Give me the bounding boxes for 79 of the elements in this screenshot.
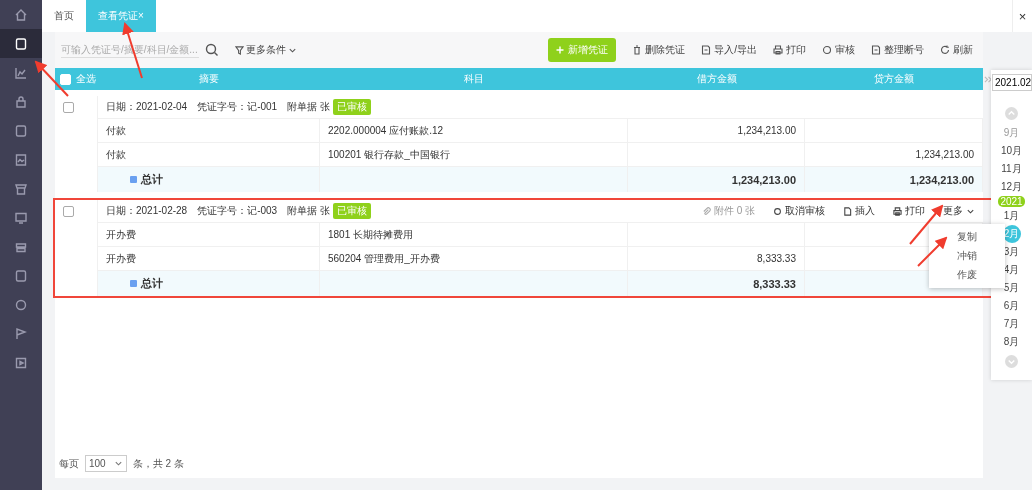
month-item[interactable]: 11月	[1001, 160, 1022, 178]
voucher-number: 凭证字号：记-003	[197, 204, 278, 218]
voucher-action[interactable]: 更多	[943, 204, 975, 218]
sidebar-item[interactable]	[0, 29, 42, 58]
total-amount: 8,333.33	[753, 277, 796, 290]
circle-icon	[822, 45, 832, 55]
voucher-date: 日期：2021-02-28	[106, 204, 188, 218]
menu-item[interactable]: 复制	[957, 230, 977, 244]
month-item[interactable]: 6月	[1003, 297, 1020, 315]
total-icon	[130, 280, 137, 287]
toolbar-button[interactable]: 删除凭证	[626, 43, 692, 57]
voucher-action[interactable]: 插入	[843, 204, 875, 218]
image-icon	[14, 152, 28, 167]
column-header: 全选	[76, 72, 96, 86]
circle-icon	[773, 206, 782, 216]
attachment-count: 附单据 张	[287, 204, 330, 218]
row-checkbox[interactable]	[63, 206, 74, 217]
voucher-number: 凭证字号：记-001	[197, 100, 278, 114]
month-item[interactable]: 8月	[1003, 333, 1020, 351]
refresh-icon	[940, 45, 950, 55]
total-amount: 1,234,213.00	[731, 173, 796, 186]
total-amount: 1,234,213.00	[909, 173, 974, 186]
month-item[interactable]: 1月	[1003, 207, 1020, 225]
column-header: 科目	[464, 73, 484, 84]
shop-icon	[14, 181, 28, 196]
menu-item[interactable]: 冲销	[957, 249, 977, 263]
table-cell: 付款	[98, 119, 320, 142]
annotation-arrow	[917, 236, 948, 267]
column-header: 摘要	[199, 73, 219, 84]
table-cell: 1,234,213.00	[737, 125, 796, 136]
select-all-checkbox[interactable]	[60, 73, 71, 85]
plus-icon	[556, 46, 565, 54]
month-item[interactable]: 10月	[1000, 142, 1023, 160]
filter-icon	[235, 45, 244, 55]
column-header: 贷方金额	[874, 73, 914, 84]
annotation-arrow	[34, 60, 69, 97]
page-summary: 条，共 2 条	[132, 456, 184, 471]
attachment-count: 附单据 张	[287, 100, 330, 114]
trash-icon	[632, 45, 643, 55]
table-cell: 8,333.33	[757, 253, 796, 264]
page-size-label: 每页	[59, 456, 79, 471]
toolbar-button[interactable]: 导入/导出	[695, 43, 763, 57]
filter-button[interactable]: 更多条件	[229, 42, 303, 58]
toolbar-button[interactable]: 刷新	[934, 43, 979, 57]
menu-item[interactable]: 作废	[957, 268, 977, 282]
table-cell: 1,234,213.00	[915, 149, 974, 160]
column-header: 借方金额	[696, 73, 737, 84]
row-checkbox[interactable]	[63, 102, 74, 113]
play-icon	[14, 355, 28, 370]
page-size-select[interactable]: 100	[85, 455, 127, 472]
printer-icon	[773, 45, 783, 55]
status-tag: 已审核	[332, 203, 371, 219]
toolbar-button[interactable]: 整理断号	[865, 43, 930, 57]
caret-icon	[113, 459, 123, 468]
voucher-action[interactable]: 取消审核	[773, 204, 825, 218]
paperclip-icon	[701, 206, 711, 216]
month-item[interactable]: 7月	[1003, 315, 1020, 333]
printer-icon	[893, 206, 902, 216]
collapse-icon[interactable]	[984, 75, 993, 84]
period-field[interactable]: 2021.02	[992, 74, 1032, 91]
toolbar-button[interactable]: 打印	[767, 43, 812, 57]
flag-icon	[14, 326, 28, 341]
lock-icon	[14, 94, 28, 109]
total-label: 总计	[141, 172, 163, 187]
year-badge: 2021	[998, 196, 1025, 207]
voucher-date: 日期：2021-02-04	[106, 100, 188, 114]
table-cell: 2202.000004 应付账款.12	[320, 119, 628, 142]
status-tag: 已审核	[332, 99, 371, 115]
home-icon	[14, 7, 28, 22]
total-label: 总计	[141, 276, 163, 291]
chart-icon	[14, 65, 28, 80]
voucher-action[interactable]: 打印	[893, 204, 925, 218]
search-icon[interactable]	[205, 43, 219, 57]
month-item[interactable]: 12月	[1000, 178, 1023, 196]
table-cell: 开办费	[98, 223, 320, 246]
total-icon	[130, 176, 137, 183]
screen-icon	[14, 210, 28, 225]
toolbar-button[interactable]: 审核	[816, 43, 861, 57]
table-cell: 1801 长期待摊费用	[320, 223, 628, 246]
